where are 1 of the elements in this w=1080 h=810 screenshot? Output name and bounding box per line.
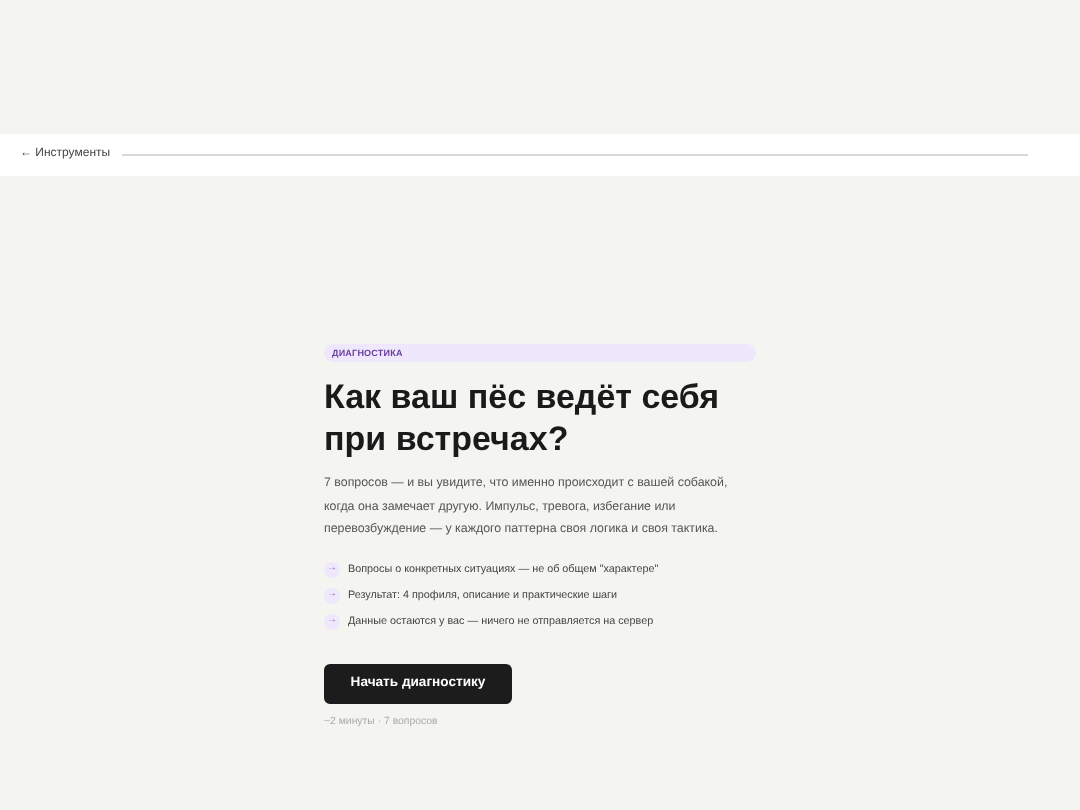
page-title: Как ваш пёс ведёт себя при встречах? bbox=[324, 376, 722, 460]
